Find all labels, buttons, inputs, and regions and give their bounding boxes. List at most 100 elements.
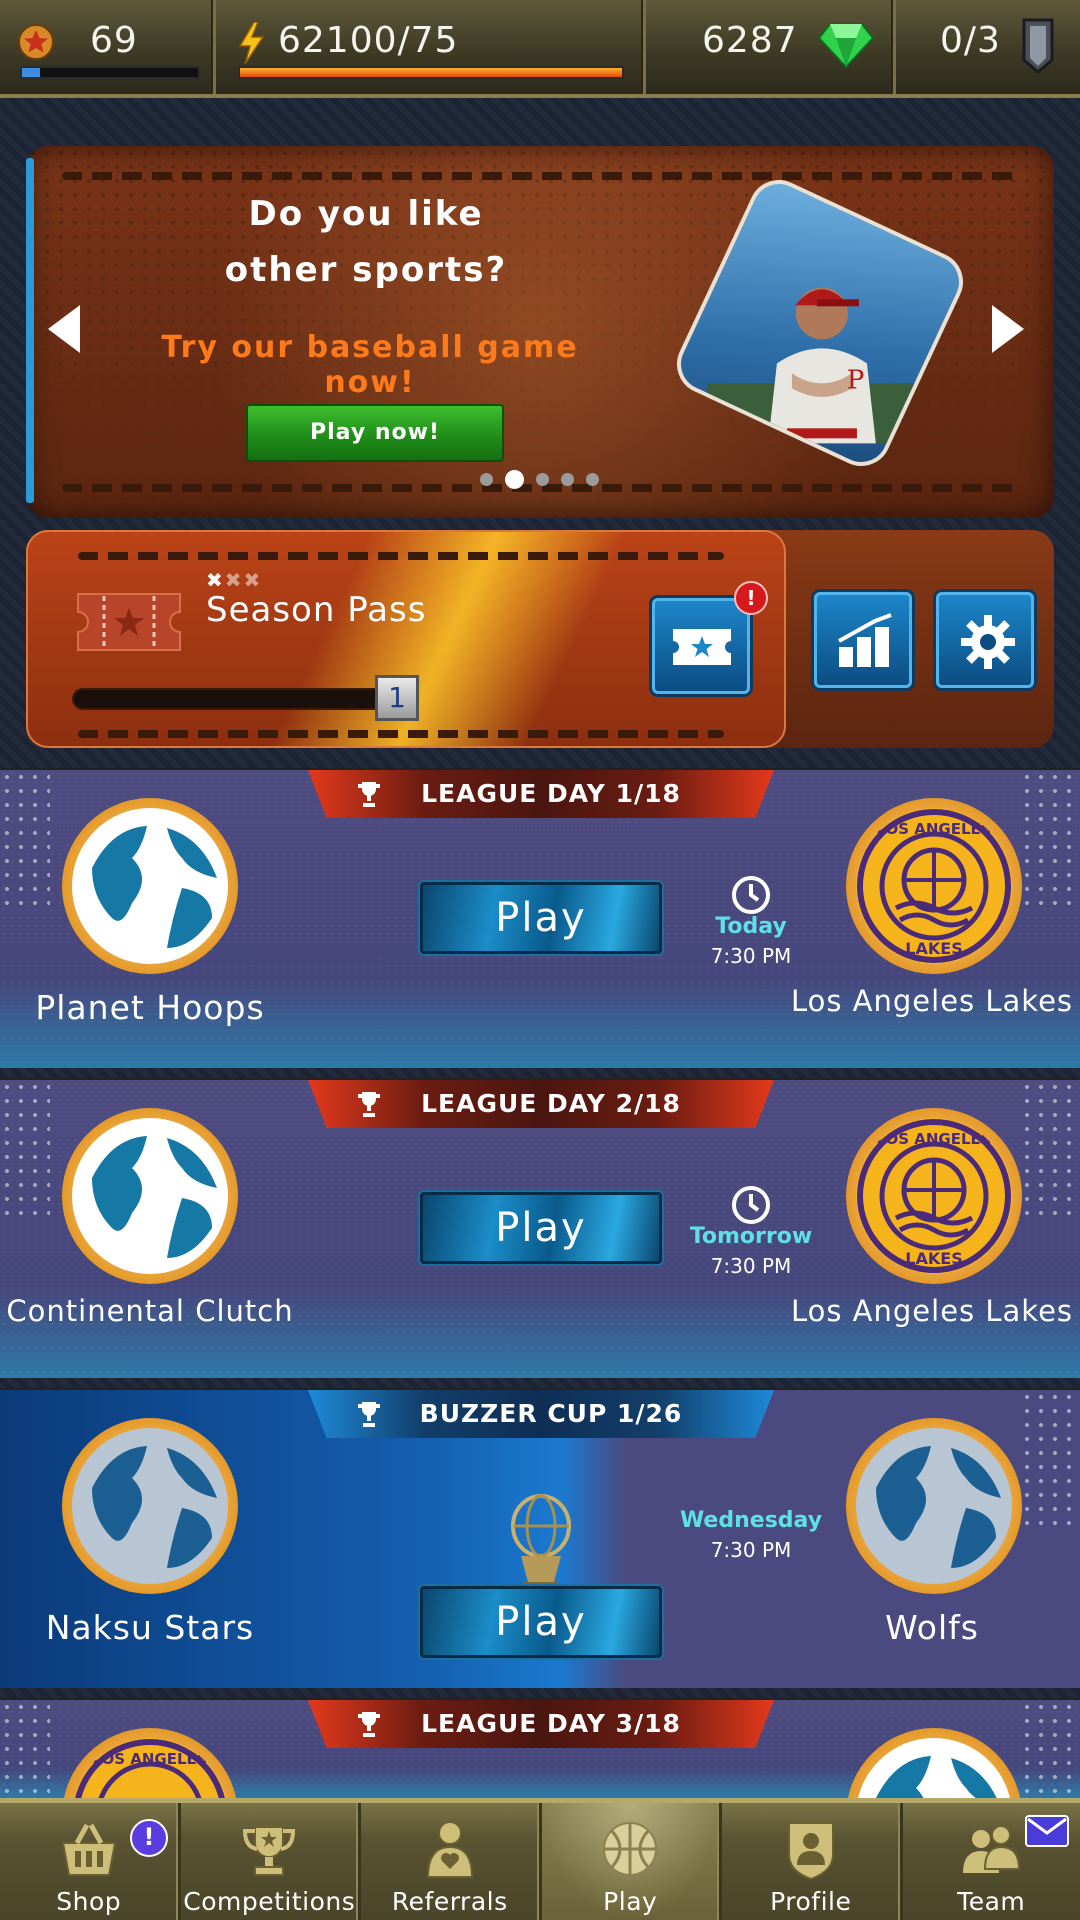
energy-progress-bar — [238, 66, 624, 79]
home-team-logo: LOS ANGELES — [62, 1728, 238, 1798]
match-header-text: BUZZER CUP 1/26 — [419, 1399, 683, 1428]
season-stitch-top — [78, 552, 724, 560]
match-header-text: LEAGUE DAY 1/18 — [421, 779, 681, 808]
globe-icon — [76, 1122, 224, 1270]
basket-icon — [61, 1823, 116, 1876]
away-team-logo — [846, 1418, 1022, 1594]
promo-subtitle: Try our baseball game now! — [161, 330, 579, 400]
energy-progress-fill — [240, 68, 622, 77]
match-time: 7:30 PM — [710, 1254, 792, 1278]
dot-pattern — [0, 1080, 50, 1220]
nav-play[interactable]: Play — [541, 1803, 722, 1920]
svg-text:P: P — [847, 365, 865, 395]
match-header: BUZZER CUP 1/26 — [308, 1390, 774, 1438]
nav-label: Shop — [56, 1887, 122, 1916]
globe-icon — [76, 812, 224, 960]
match-header-text: LEAGUE DAY 2/18 — [421, 1089, 681, 1118]
level-star-icon — [18, 24, 54, 60]
season-progress-bar — [72, 688, 402, 710]
dot-pattern — [1020, 770, 1080, 910]
nav-profile[interactable]: Profile — [722, 1803, 903, 1920]
match-card-4[interactable]: LEAGUE DAY 3/18 LOS ANGELES — [0, 1698, 1080, 1798]
tier-ticket-icon: ✖ — [224, 568, 244, 592]
tier-ticket-icon: ✖ — [243, 568, 263, 592]
carousel-next-arrow-icon[interactable] — [992, 305, 1024, 353]
carousel-dots[interactable] — [480, 470, 599, 489]
away-team-name: Los Angeles Lakes — [790, 984, 1074, 1018]
clock-icon — [732, 876, 770, 914]
play-button[interactable]: Play — [420, 1586, 662, 1658]
shop-alert-badge: ! — [130, 1819, 168, 1857]
match-card-1[interactable]: LEAGUE DAY 1/18 Planet Hoops Play Today … — [0, 768, 1080, 1068]
gear-icon — [961, 615, 1015, 669]
status-bar: 69 62100/75 6287 0/3 — [0, 0, 1080, 98]
energy-section[interactable]: 62100/75 — [216, 0, 646, 94]
trophy-stars-icon — [243, 1826, 296, 1876]
nav-referrals[interactable]: Referrals — [361, 1803, 542, 1920]
play-button[interactable]: Play — [420, 1192, 662, 1264]
shields-section[interactable]: 0/3 — [896, 0, 1080, 94]
basketball-icon — [603, 1822, 658, 1876]
level-section[interactable]: 69 — [0, 0, 216, 94]
match-time: 7:30 PM — [710, 1538, 792, 1562]
match-card-2[interactable]: LEAGUE DAY 2/18 Continental Clutch Play … — [0, 1078, 1080, 1378]
lakes-logo-icon: LOS ANGELES LAKES — [857, 809, 1011, 963]
nav-label: Profile — [770, 1887, 852, 1916]
clock-icon — [732, 1186, 770, 1224]
season-pass-button[interactable] — [652, 598, 750, 694]
dot-pattern — [1020, 1080, 1080, 1220]
away-team-name: Los Angeles Lakes — [790, 1294, 1074, 1328]
away-team-logo: LOS ANGELES LAKES — [846, 798, 1022, 974]
match-header: LEAGUE DAY 2/18 — [308, 1080, 774, 1128]
dot-pattern — [0, 1700, 50, 1798]
nav-competitions[interactable]: Competitions — [181, 1803, 361, 1920]
dot-pattern — [1020, 1700, 1080, 1798]
home-team-logo — [62, 1108, 238, 1284]
match-card-3[interactable]: BUZZER CUP 1/26 Naksu Stars Play Wednesd… — [0, 1388, 1080, 1688]
level-value: 69 — [90, 20, 138, 61]
nav-label: Competitions — [183, 1887, 356, 1916]
carousel-dot[interactable] — [505, 470, 524, 489]
match-header: LEAGUE DAY 3/18 — [308, 1700, 774, 1748]
away-team-name: Wolfs — [885, 1608, 979, 1647]
carousel-prev-arrow-icon[interactable] — [48, 305, 80, 353]
promo-accent-bar — [26, 158, 34, 503]
season-ticket-icon — [77, 593, 181, 651]
carousel-dot[interactable] — [586, 473, 599, 486]
logo-text-top: LOS ANGELES — [92, 1750, 207, 1768]
globe-icon — [76, 1432, 224, 1580]
carousel-dot[interactable] — [561, 473, 574, 486]
promo-title-line2: other sports? — [224, 250, 508, 290]
level-progress-fill — [22, 68, 40, 77]
globe-icon — [862, 1742, 1006, 1798]
stats-button[interactable] — [814, 592, 912, 688]
lakes-logo-icon: LOS ANGELES LAKES — [857, 1119, 1011, 1273]
cup-trophy-icon — [511, 1494, 571, 1589]
home-team-name: Continental Clutch — [6, 1294, 294, 1328]
tier-ticket-icon: ✖ — [206, 568, 225, 592]
season-tier-icons: ✖✖✖ — [206, 568, 262, 592]
gems-section[interactable]: 6287 — [646, 0, 896, 94]
stitch-top — [62, 172, 1018, 180]
level-progress-bar — [20, 66, 200, 79]
mail-icon[interactable] — [1024, 1815, 1069, 1847]
nav-shop[interactable]: ! Shop — [0, 1803, 181, 1920]
carousel-dot[interactable] — [480, 473, 493, 486]
bar-chart-icon — [838, 613, 892, 667]
nav-label: Referrals — [391, 1887, 508, 1916]
play-button[interactable]: Play — [420, 882, 662, 954]
carousel-dot[interactable] — [536, 473, 549, 486]
globe-icon — [860, 1432, 1008, 1580]
energy-value: 62100/75 — [278, 20, 459, 61]
settings-button[interactable] — [936, 592, 1034, 688]
match-header: LEAGUE DAY 1/18 — [308, 770, 774, 818]
logo-text-top: LOS ANGELES — [876, 820, 991, 838]
match-day: Tomorrow — [689, 1224, 813, 1249]
play-now-button[interactable]: Play now! — [246, 404, 504, 462]
match-time: 7:30 PM — [710, 944, 792, 968]
nav-team[interactable]: Team — [903, 1803, 1080, 1920]
team-icon — [963, 1825, 1021, 1873]
match-day: Wednesday — [679, 1508, 823, 1533]
bottom-navigation: ! Shop Competitions Referrals Play Profi… — [0, 1798, 1080, 1920]
away-team-logo: LOS ANGELES LAKES — [846, 1108, 1022, 1284]
